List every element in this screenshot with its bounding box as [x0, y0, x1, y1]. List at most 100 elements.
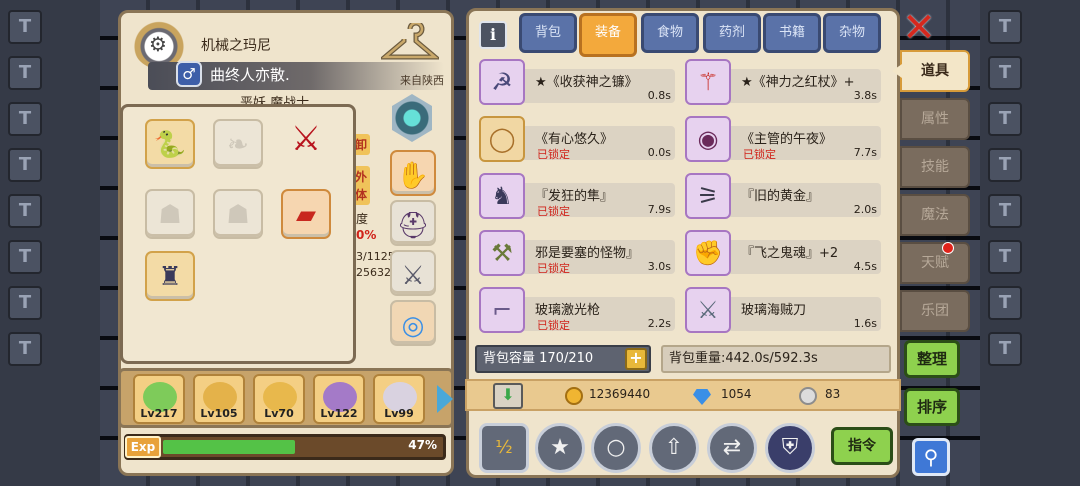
- item-name: 『发狂的隼』: [535, 189, 614, 204]
- equip-slot-crossbow[interactable]: ⚔: [281, 115, 331, 165]
- gauntlet-icon: ✊: [685, 230, 731, 276]
- side-tab-attributes[interactable]: 属性: [900, 98, 970, 140]
- hanger-icon[interactable]: [381, 23, 439, 65]
- equip-slot-red-book[interactable]: ▰: [281, 189, 331, 239]
- wall-tile: T: [8, 194, 42, 228]
- equip-slot-ring[interactable]: ◎: [390, 300, 436, 346]
- item-name: 邪是要塞的怪物』: [535, 246, 640, 261]
- info-icon[interactable]: i: [479, 21, 507, 49]
- background-right-wall: T T T T T T T T: [980, 0, 1080, 486]
- wall-tile: T: [988, 102, 1022, 136]
- falcon-armor-icon: ♞: [479, 173, 525, 219]
- notification-dot: [942, 242, 954, 254]
- inventory-item[interactable]: ◉ 《主管的午夜》 已锁定 7.7s: [685, 116, 881, 164]
- equipment-popup: 🐍 ❧ ⚔ ☗ ☗ ▰ ♜: [120, 104, 356, 364]
- side-tab-label: 魔法: [921, 207, 949, 223]
- tab-food[interactable]: 食物: [641, 13, 699, 53]
- equip-slot-dark-armor[interactable]: ♜: [145, 251, 195, 301]
- stat-label: 度: [356, 212, 369, 226]
- deposit-icon[interactable]: ⬇: [493, 383, 523, 409]
- inventory-item[interactable]: ⚚ ★《神力之红杖》+ 3.8s: [685, 59, 881, 107]
- gold-coin-icon: [565, 387, 583, 405]
- equip-slot-empty-wings[interactable]: ❧: [213, 119, 263, 169]
- favorite-star-icon[interactable]: ★: [535, 423, 585, 473]
- magnify-inspect-icon[interactable]: ○: [591, 423, 641, 473]
- party-member[interactable]: Lv105: [193, 374, 245, 424]
- side-tab-items[interactable]: 道具: [892, 50, 970, 92]
- player-name: 曲终人亦散.: [210, 66, 290, 84]
- side-tab-skills[interactable]: 技能: [900, 146, 970, 188]
- stat-value-3: 25632: [356, 266, 391, 279]
- tab-equipment[interactable]: 装备: [579, 13, 637, 57]
- equip-slot-weapon[interactable]: ⚔: [390, 250, 436, 296]
- party-member[interactable]: Lv217: [133, 374, 185, 424]
- item-name: 『飞之鬼魂』+2: [741, 246, 839, 261]
- item-weight: 2.0s: [853, 203, 877, 216]
- upgrade-arrow-icon[interactable]: ⇧: [649, 423, 699, 473]
- inventory-item[interactable]: ⚒ 邪是要塞的怪物』 已锁定 3.0s: [479, 230, 675, 278]
- wall-tile: T: [988, 286, 1022, 320]
- tab-books[interactable]: 书籍: [763, 13, 821, 53]
- tab-potion[interactable]: 药剂: [703, 13, 761, 53]
- character-title: 机械之玛尼: [201, 38, 271, 54]
- bag-weight: 背包重量:442.0s/592.3s: [661, 345, 891, 373]
- inventory-item[interactable]: ⌐ 玻璃激光枪 已锁定 2.2s: [479, 287, 675, 335]
- order-button[interactable]: 指令: [831, 427, 893, 465]
- equip-slot-serpent-amulet[interactable]: 🐍: [145, 119, 195, 169]
- wall-tile: T: [988, 56, 1022, 90]
- laser-gun-icon: ⌐: [479, 287, 525, 333]
- party-member-level: Lv122: [320, 407, 358, 420]
- party-member[interactable]: Lv122: [313, 374, 365, 424]
- equip-slot-empty-glove[interactable]: ☗: [213, 189, 263, 239]
- side-tab-label: 乐团: [921, 303, 949, 319]
- compare-button[interactable]: ½: [479, 423, 529, 473]
- equip-slot-empty-armor[interactable]: ☗: [145, 189, 195, 239]
- tab-misc[interactable]: 杂物: [823, 13, 881, 53]
- inventory-item[interactable]: ◯ 《有心悠久》 已锁定 0.0s: [479, 116, 675, 164]
- silver-amount: 83: [825, 387, 841, 401]
- wall-tile: T: [8, 286, 42, 320]
- swap-icon[interactable]: ⇄: [707, 423, 757, 473]
- wall-tile: T: [988, 10, 1022, 44]
- item-locked: 已锁定: [537, 148, 570, 161]
- inventory-item[interactable]: ⚔ 玻璃海贼刀 1.6s: [685, 287, 881, 335]
- search-icon[interactable]: ⚲: [912, 438, 950, 476]
- party-next-arrow-icon[interactable]: [437, 385, 453, 413]
- exp-fill: [163, 440, 295, 454]
- inventory-item[interactable]: ☭ ★《收获神之镰》 0.8s: [479, 59, 675, 107]
- equip-slot-gauntlet[interactable]: ✋: [390, 150, 436, 196]
- wall-tile: T: [988, 240, 1022, 274]
- tab-backpack[interactable]: 背包: [519, 13, 577, 53]
- item-name: 玻璃激光枪: [535, 303, 601, 318]
- gold-amount: 12369440: [589, 387, 651, 401]
- item-locked: 已锁定: [537, 262, 570, 275]
- equip-slot-helmet[interactable]: ⛑: [390, 200, 436, 246]
- side-tab-talent[interactable]: 天赋: [900, 242, 970, 284]
- side-tab-label: 技能: [921, 159, 949, 175]
- item-name: 玻璃海贼刀: [741, 303, 807, 318]
- equip-armor-icon[interactable]: ⛨: [765, 423, 815, 473]
- side-tab-band[interactable]: 乐团: [900, 290, 970, 332]
- item-weight: 7.7s: [853, 146, 877, 159]
- side-tab-magic[interactable]: 魔法: [900, 194, 970, 236]
- side-tab-label: 道具: [921, 63, 949, 79]
- wall-tile: T: [8, 10, 42, 44]
- item-locked: 已锁定: [743, 148, 776, 161]
- sort-button[interactable]: 排序: [904, 388, 960, 426]
- inventory-item[interactable]: ⚞ 『旧的黄金』 2.0s: [685, 173, 881, 221]
- expand-capacity-button[interactable]: +: [625, 348, 647, 370]
- mask-icon: ◉: [685, 116, 731, 162]
- party-bar: Lv217 Lv105 Lv70 Lv122 Lv99: [118, 368, 454, 428]
- background-left-wall: T T T T T T T T: [0, 0, 100, 486]
- close-icon[interactable]: ✕: [902, 8, 936, 48]
- inventory-item[interactable]: ✊ 『飞之鬼魂』+2 4.5s: [685, 230, 881, 278]
- wall-tile: T: [8, 56, 42, 90]
- party-member-level: Lv217: [140, 407, 178, 420]
- tidy-button[interactable]: 整理: [904, 340, 960, 378]
- wall-tile: T: [988, 148, 1022, 182]
- party-member[interactable]: Lv70: [253, 374, 305, 424]
- inventory-item[interactable]: ♞ 『发狂的隼』 已锁定 7.9s: [479, 173, 675, 221]
- party-member[interactable]: Lv99: [373, 374, 425, 424]
- mace-icon: ⚒: [479, 230, 525, 276]
- wall-tile: T: [8, 240, 42, 274]
